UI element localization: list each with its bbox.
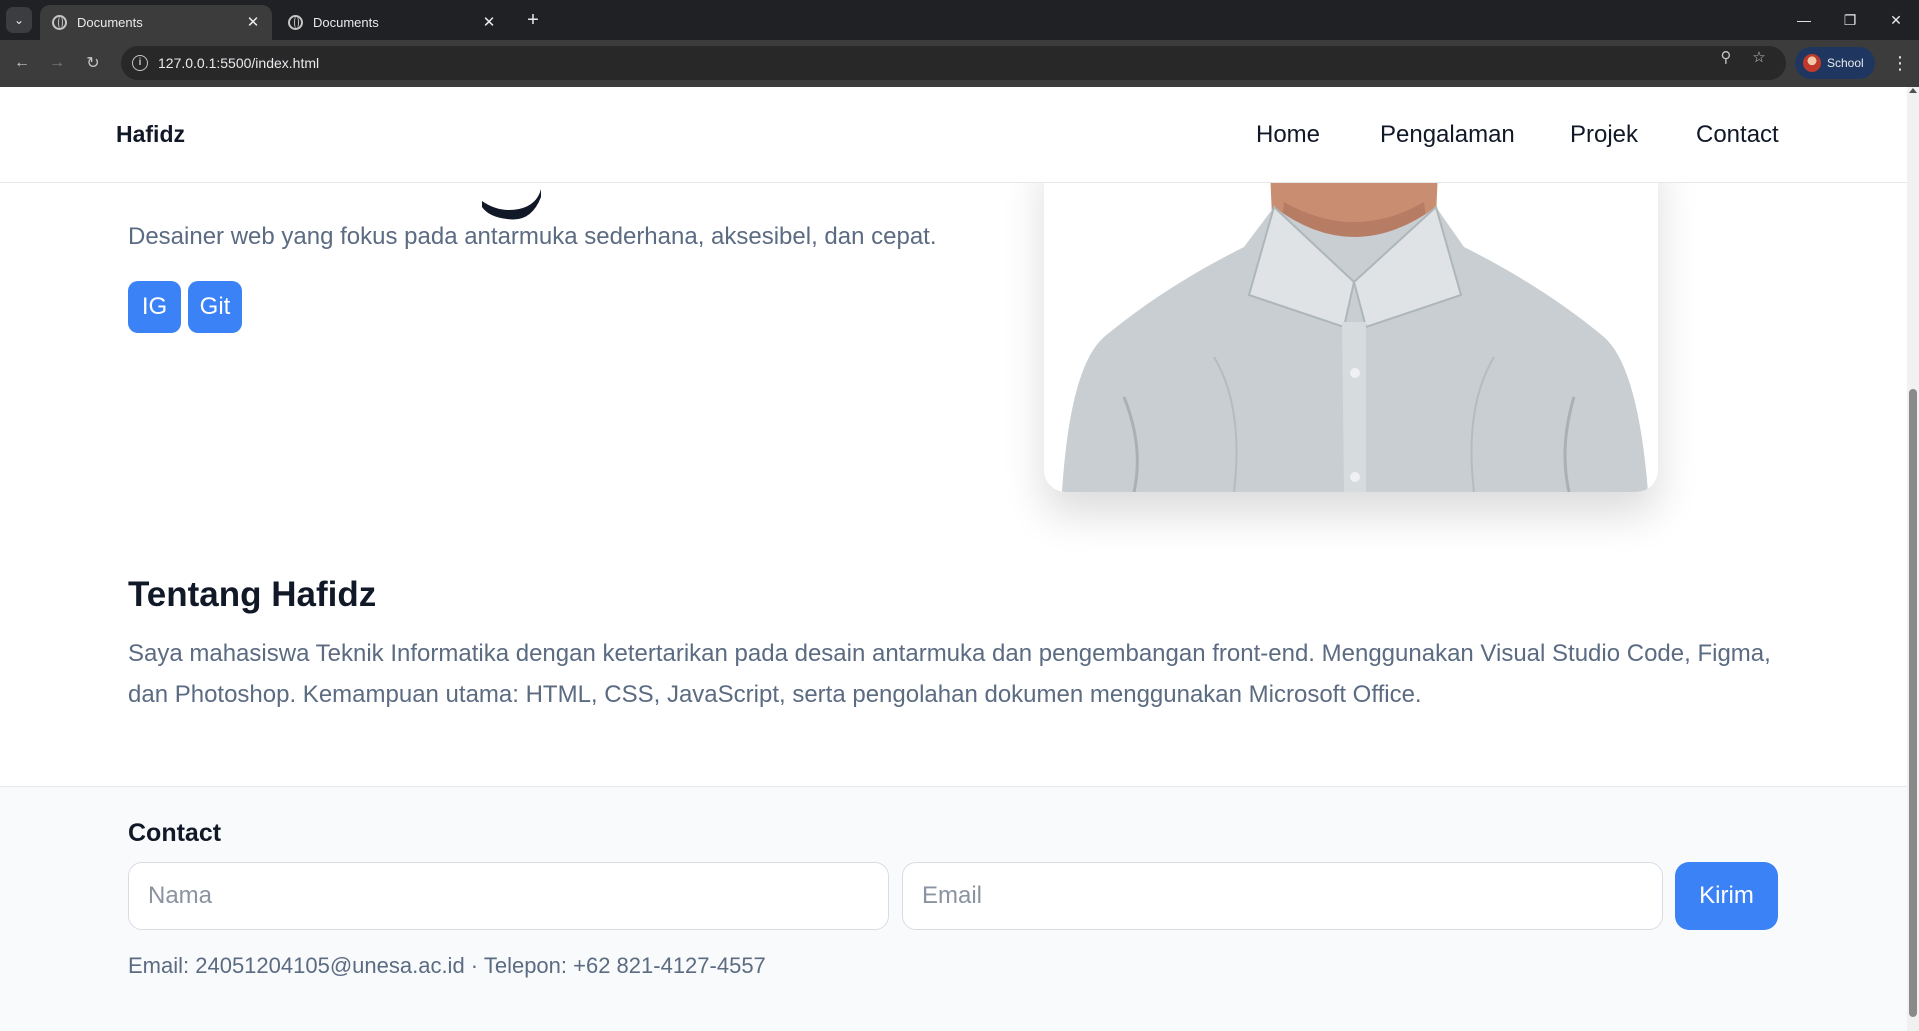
browser-chrome: ⌄ Documents ✕ Documents ✕ + — ❐ ✕ ← → ↻ … xyxy=(0,0,1919,87)
minimize-icon[interactable]: — xyxy=(1781,6,1827,34)
nav-link-projek[interactable]: Projek xyxy=(1570,121,1638,149)
globe-icon xyxy=(288,15,303,30)
tab-documents[interactable]: Documents ✕ xyxy=(276,5,508,40)
profile-label: School xyxy=(1827,56,1864,70)
kebab-menu-icon[interactable]: ⋮ xyxy=(1890,51,1910,75)
contact-footer: Contact Kirim Email: 24051204105@unesa.a… xyxy=(0,786,1907,1031)
avatar xyxy=(1803,54,1821,72)
profile-button[interactable]: School xyxy=(1795,47,1875,79)
back-arrow-icon[interactable]: ← xyxy=(9,50,35,76)
close-icon[interactable]: ✕ xyxy=(244,14,262,32)
brand-logo[interactable]: Hafidz xyxy=(116,121,185,148)
about-title: Tentang Hafidz xyxy=(128,575,377,614)
star-icon[interactable]: ☆ xyxy=(1748,46,1770,68)
contact-title: Contact xyxy=(128,819,222,847)
about-description: Saya mahasiswa Teknik Informatika dengan… xyxy=(128,640,1771,708)
name-input[interactable] xyxy=(128,862,889,930)
nav-link-contact[interactable]: Contact xyxy=(1696,121,1779,149)
tab-title: Documents xyxy=(77,15,143,30)
nav-link-pengalaman[interactable]: Pengalaman xyxy=(1380,121,1515,149)
forward-arrow-icon[interactable]: → xyxy=(44,50,70,76)
email-input[interactable] xyxy=(902,862,1663,930)
site-navbar: Hafidz Home Pengalaman Projek Contact xyxy=(0,87,1907,183)
url-text: 127.0.0.1:5500/index.html xyxy=(158,55,320,71)
instagram-button[interactable]: IG xyxy=(128,281,181,333)
submit-button[interactable]: Kirim xyxy=(1675,862,1778,930)
reload-icon[interactable]: ↻ xyxy=(80,50,106,76)
profile-photo xyxy=(1044,147,1658,492)
nav-link-home[interactable]: Home xyxy=(1256,121,1320,149)
page-viewport: Hafidz Home Pengalaman Projek Contact De… xyxy=(0,87,1919,1031)
globe-icon xyxy=(52,15,67,30)
portrait-image xyxy=(1044,147,1658,492)
page-scrollbar[interactable] xyxy=(1907,87,1919,1031)
address-bar[interactable]: i 127.0.0.1:5500/index.html xyxy=(121,46,1786,80)
close-icon[interactable]: ✕ xyxy=(480,14,498,32)
github-button[interactable]: Git xyxy=(188,281,242,333)
zoom-icon[interactable]: ⚲ xyxy=(1715,46,1737,68)
tab-documents-active[interactable]: Documents ✕ xyxy=(40,5,272,40)
site-info-icon[interactable]: i xyxy=(132,55,148,71)
tab-search-icon[interactable]: ⌄ xyxy=(6,7,32,33)
contact-info: Email: 24051204105@unesa.ac.id · Telepon… xyxy=(128,953,766,978)
close-window-icon[interactable]: ✕ xyxy=(1873,6,1919,34)
tab-strip: ⌄ Documents ✕ Documents ✕ + — ❐ ✕ xyxy=(0,0,1919,40)
tab-title: Documents xyxy=(313,15,379,30)
scroll-up-arrow-icon[interactable] xyxy=(1909,88,1917,93)
plus-icon[interactable]: + xyxy=(521,9,545,33)
browser-toolbar: ← → ↻ i 127.0.0.1:5500/index.html ⚲ ☆ Sc… xyxy=(0,40,1919,87)
restore-icon[interactable]: ❐ xyxy=(1827,6,1873,34)
scrollbar-thumb[interactable] xyxy=(1909,389,1917,1017)
